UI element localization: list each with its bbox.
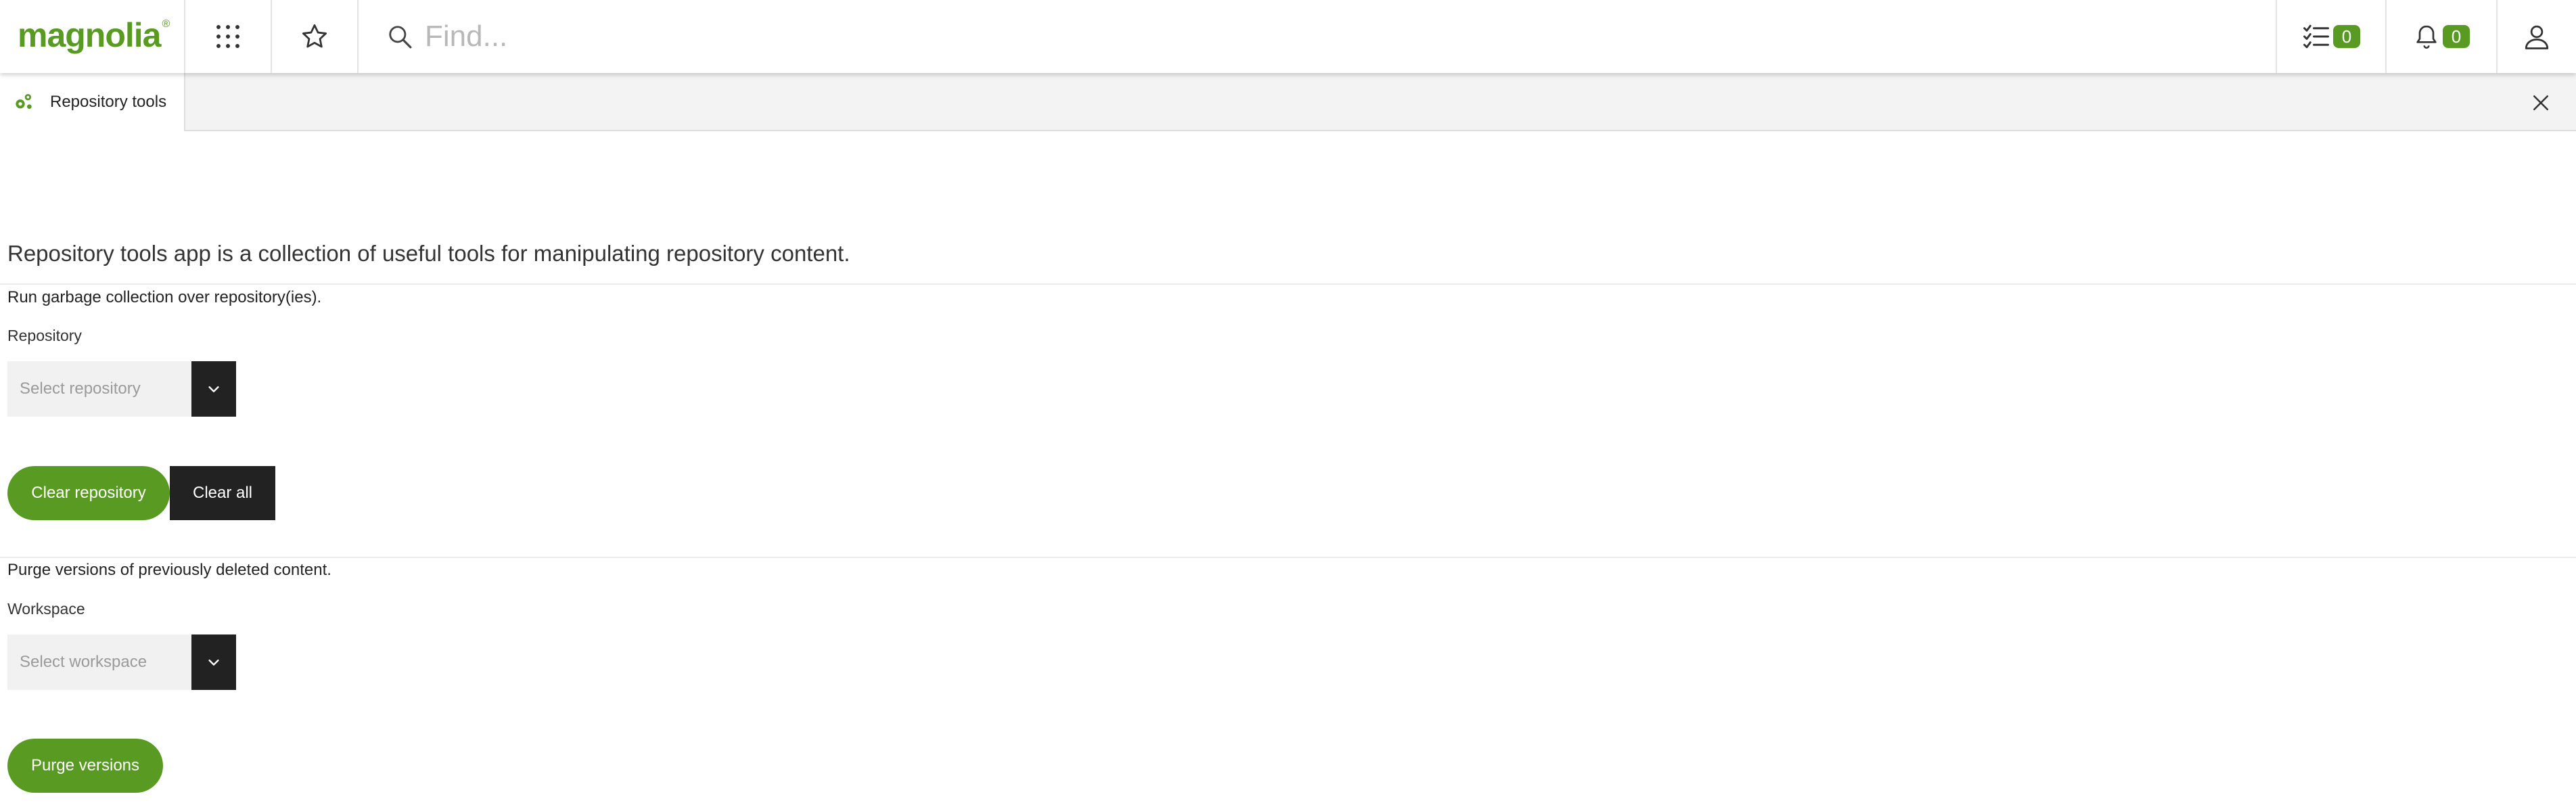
purge-versions-button[interactable]: Purge versions bbox=[7, 739, 163, 793]
gc-description: Run garbage collection over repository(i… bbox=[7, 288, 322, 306]
close-icon bbox=[2533, 95, 2549, 111]
tab-repository-tools[interactable]: Repository tools bbox=[0, 73, 185, 131]
section-divider bbox=[0, 557, 2576, 558]
section-divider bbox=[0, 283, 2576, 285]
app-tab-strip: Repository tools bbox=[0, 73, 2576, 131]
notifications-button[interactable]: 0 bbox=[2387, 0, 2496, 73]
top-bar: magnolia ® Find... 0 0 bbox=[0, 0, 2576, 73]
search-icon bbox=[389, 26, 412, 49]
search-bar bbox=[359, 0, 2273, 73]
clear-repository-button[interactable]: Clear repository bbox=[7, 466, 170, 520]
favorites-button[interactable] bbox=[272, 0, 357, 73]
chevron-down-icon bbox=[208, 660, 219, 666]
workspace-select[interactable]: Select workspace bbox=[7, 634, 236, 690]
repository-select-value[interactable]: Select repository bbox=[7, 361, 191, 417]
logo-registered-mark: ® bbox=[162, 18, 170, 30]
grid-icon bbox=[216, 25, 239, 48]
search-input[interactable] bbox=[425, 20, 2251, 53]
tasks-icon bbox=[2303, 24, 2329, 49]
repository-field-label: Repository bbox=[7, 327, 82, 344]
logo-text: magnolia bbox=[18, 16, 161, 54]
user-menu-button[interactable] bbox=[2498, 0, 2576, 73]
repository-select-toggle[interactable] bbox=[191, 361, 236, 417]
app-launcher-button[interactable] bbox=[185, 0, 271, 73]
tab-label: Repository tools bbox=[50, 93, 167, 111]
repository-select[interactable]: Select repository bbox=[7, 361, 236, 417]
app-intro-text: Repository tools app is a collection of … bbox=[7, 241, 850, 266]
purge-description: Purge versions of previously deleted con… bbox=[7, 561, 331, 579]
close-app-button[interactable] bbox=[2529, 91, 2553, 115]
notifications-count-badge: 0 bbox=[2443, 25, 2470, 48]
repository-tools-icon bbox=[16, 94, 32, 109]
star-icon bbox=[302, 24, 327, 48]
chevron-down-icon bbox=[208, 386, 219, 392]
workspace-field-label: Workspace bbox=[7, 600, 85, 618]
bell-icon bbox=[2416, 25, 2437, 49]
workspace-select-value[interactable]: Select workspace bbox=[7, 634, 191, 690]
workspace-select-toggle[interactable] bbox=[191, 634, 236, 690]
tasks-button[interactable]: 0 bbox=[2277, 0, 2385, 73]
tasks-count-badge: 0 bbox=[2333, 25, 2360, 48]
magnolia-logo[interactable]: magnolia ® bbox=[18, 14, 170, 57]
clear-all-button[interactable]: Clear all bbox=[170, 466, 275, 520]
user-icon bbox=[2525, 25, 2549, 49]
